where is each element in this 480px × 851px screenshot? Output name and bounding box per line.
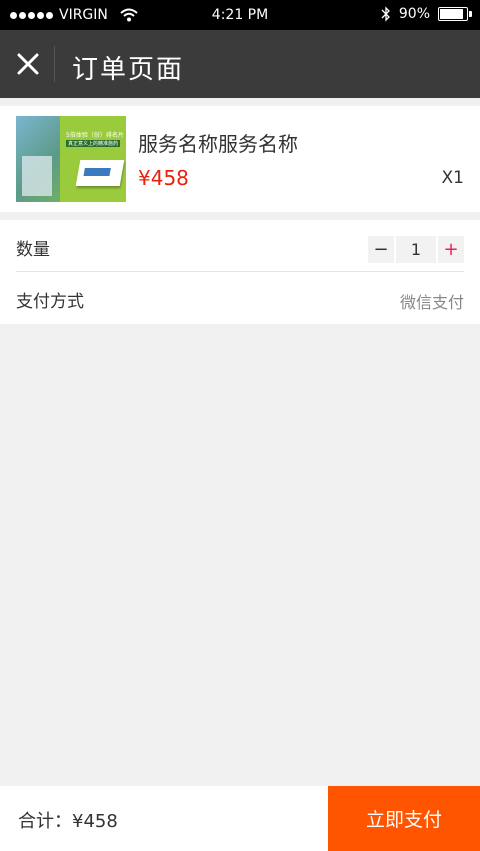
image-equipment [22,156,52,196]
order-options: 数量 − 1 + 支付方式 微信支付 [0,220,480,324]
close-button[interactable] [0,30,56,98]
quantity-input[interactable]: 1 [396,236,436,263]
nav-bar: 订单页面 [0,30,480,98]
quantity-stepper: − 1 + [368,236,464,263]
bluetooth-icon [381,6,390,22]
page-title: 订单页面 [72,55,185,85]
image-box [75,160,125,186]
product-name: 服务名称服务名称 [138,132,298,156]
checkout-bar: 合计：¥458 立即支付 [0,786,480,851]
decrement-button[interactable]: − [368,236,394,263]
status-bar: VIRGIN 4:21 PM 90% [0,0,480,30]
battery-icon [438,7,472,21]
payment-method-value[interactable]: 微信支付 [400,289,464,313]
order-total: 合计：¥458 [18,811,118,832]
image-text-1: 5倍体验（份）排名片 [66,132,124,139]
quantity-row: 数量 − 1 + [0,220,480,272]
quantity-label: 数量 [16,240,50,260]
product-quantity: X1 [441,168,464,188]
pay-now-button[interactable]: 立即支付 [328,786,480,851]
increment-button[interactable]: + [438,236,464,263]
payment-row[interactable]: 支付方式 微信支付 [0,272,480,324]
payment-label: 支付方式 [16,292,84,312]
status-right: 90% [381,6,472,22]
product-image: 5倍体验（份）排名片 真正意义上的精准施药 [16,116,126,202]
battery-percent: 90% [398,6,430,22]
image-text-2: 真正意义上的精准施药 [66,140,121,147]
close-icon [17,53,39,75]
product-price: ¥458 [138,166,189,190]
image-panel [60,116,126,202]
product-card: 5倍体验（份）排名片 真正意义上的精准施药 服务名称服务名称 ¥458 X1 [0,106,480,212]
nav-divider [54,46,55,82]
